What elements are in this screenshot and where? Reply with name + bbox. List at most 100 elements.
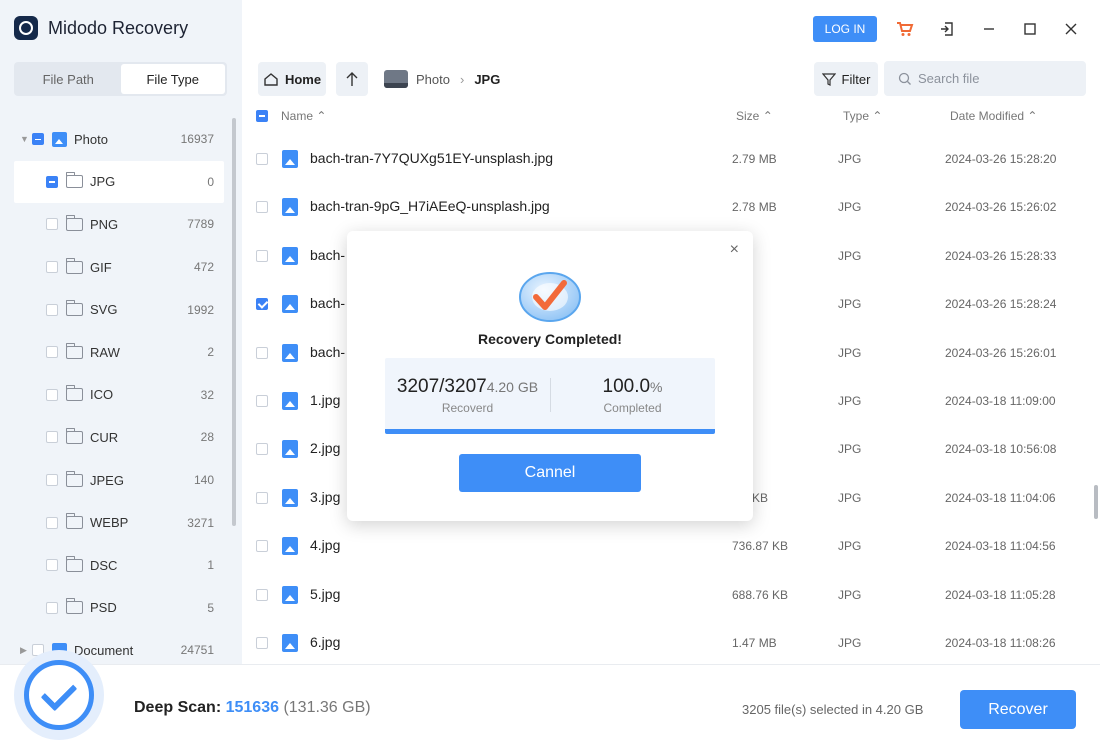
tree-checkbox[interactable]: [46, 601, 58, 614]
filter-icon: [821, 73, 836, 86]
tree-item-psd[interactable]: PSD 5: [14, 587, 224, 630]
row-checkbox[interactable]: [256, 153, 268, 165]
row-checkbox[interactable]: [256, 249, 268, 262]
tree-item-label: ICO: [90, 387, 114, 403]
caret-down-icon[interactable]: ▼: [20, 134, 32, 144]
tab-file-type[interactable]: File Type: [120, 64, 225, 94]
col-name[interactable]: Name ⌃: [281, 109, 326, 123]
image-file-icon: [282, 391, 298, 410]
file-date: 2024-03-18 11:05:28: [945, 587, 1056, 602]
image-file-icon: [282, 246, 298, 265]
tree-checkbox[interactable]: [46, 346, 58, 359]
tree-item-raw[interactable]: RAW 2: [14, 331, 224, 374]
up-button[interactable]: [336, 62, 368, 96]
folder-icon: [66, 598, 83, 615]
recover-button[interactable]: Recover: [960, 690, 1076, 729]
login-button[interactable]: LOG IN: [813, 16, 877, 42]
file-date: 2024-03-18 11:09:00: [945, 393, 1056, 408]
col-type[interactable]: Type ⌃: [843, 109, 882, 123]
tree-checkbox[interactable]: [32, 133, 44, 146]
row-checkbox[interactable]: [256, 201, 268, 214]
table-row[interactable]: 5.jpg 688.76 KB JPG 2024-03-18 11:05:28: [243, 571, 1093, 619]
table-row[interactable]: bach-tran-7Y7QUXg51EY-unsplash.jpg 2.79 M…: [243, 135, 1093, 183]
tree-checkbox[interactable]: [46, 559, 58, 572]
folder-icon: [66, 385, 83, 402]
minimize-icon[interactable]: [976, 16, 1002, 42]
tree-item-cur[interactable]: CUR 28: [14, 416, 224, 459]
tree-item-photo[interactable]: ▼ Photo 16937: [14, 118, 224, 161]
sidebar-scrollbar[interactable]: [232, 118, 236, 526]
tree-checkbox[interactable]: [46, 516, 58, 529]
folder-icon: [66, 555, 83, 572]
recovered-size: 4.20 GB: [486, 379, 539, 395]
file-size: 736.87 KB: [732, 539, 789, 554]
tree-checkbox[interactable]: [46, 303, 58, 316]
sort-icon: ⌃: [762, 109, 773, 123]
tree-item-jpeg[interactable]: JPEG 140: [14, 459, 224, 502]
row-checkbox[interactable]: [256, 636, 268, 649]
cart-icon[interactable]: [892, 16, 918, 42]
file-size: 2.79 MB: [732, 152, 777, 166]
tree-checkbox[interactable]: [46, 388, 58, 401]
chevron-right-icon: ›: [459, 71, 465, 87]
maximize-icon[interactable]: [1017, 16, 1043, 42]
caret-right-icon[interactable]: ▶: [20, 645, 32, 656]
file-name: bach-tran-9pG_H7iAEeQ-unsplash.jpg: [310, 198, 550, 215]
brand: Midodo Recovery: [14, 14, 188, 42]
close-icon[interactable]: [1058, 16, 1084, 42]
file-name: 1.jpg: [310, 391, 341, 408]
col-size[interactable]: Size ⌃: [736, 109, 773, 123]
tree-item-count: 140: [193, 473, 214, 488]
tree-checkbox[interactable]: [46, 218, 58, 231]
photo-icon: [52, 131, 67, 147]
search-input[interactable]: [918, 71, 1078, 86]
tree-item-png[interactable]: PNG 7789: [14, 203, 224, 246]
row-checkbox[interactable]: [256, 298, 268, 311]
file-name: 2.jpg: [310, 440, 341, 457]
dialog-close-icon[interactable]: ×: [730, 241, 739, 259]
file-size: 1.47 MB: [732, 635, 777, 650]
table-row[interactable]: 4.jpg 736.87 KB JPG 2024-03-18 11:04:56: [243, 522, 1093, 570]
row-checkbox[interactable]: [256, 346, 268, 359]
tree-checkbox[interactable]: [46, 431, 58, 444]
tree-checkbox[interactable]: [46, 474, 58, 487]
tree-item-jpg[interactable]: JPG 0: [14, 160, 224, 204]
table-scrollbar[interactable]: [1094, 485, 1098, 519]
breadcrumb-jpg[interactable]: JPG: [474, 72, 500, 87]
breadcrumb-photo[interactable]: Photo: [416, 72, 450, 87]
col-date[interactable]: Date Modified ⌃: [950, 109, 1037, 123]
table-row[interactable]: bach-tran-9pG_H7iAEeQ-unsplash.jpg 2.78 M…: [243, 183, 1093, 231]
tree-item-label: DSC: [90, 557, 118, 573]
select-all-checkbox[interactable]: [256, 110, 268, 122]
tree-checkbox[interactable]: [46, 261, 58, 274]
image-file-icon: [282, 295, 298, 314]
folder-icon: [66, 342, 83, 359]
row-checkbox[interactable]: [256, 588, 268, 601]
file-date: 2024-03-26 15:28:33: [945, 248, 1057, 263]
sidebar: Midodo Recovery File Path File Type ▼ Pho…: [0, 0, 242, 664]
file-type: JPG: [838, 200, 862, 215]
tree-item-label: CUR: [90, 429, 119, 445]
tab-file-path[interactable]: File Path: [16, 64, 121, 94]
dialog-title: Recovery Completed!: [478, 331, 622, 347]
row-checkbox[interactable]: [256, 394, 268, 407]
home-button[interactable]: Home: [258, 62, 326, 96]
row-checkbox[interactable]: [256, 443, 268, 456]
tree-item-ico[interactable]: ICO 32: [14, 374, 224, 417]
image-file-icon: [282, 150, 298, 168]
file-type: JPG: [838, 635, 862, 650]
table-row[interactable]: 6.jpg 1.47 MB JPG 2024-03-18 11:08:26: [243, 619, 1093, 667]
tree-item-count: 1: [207, 558, 214, 573]
tree-item-svg[interactable]: SVG 1992: [14, 288, 224, 331]
exit-icon[interactable]: [934, 16, 960, 42]
row-checkbox[interactable]: [256, 540, 268, 553]
tree-item-dsc[interactable]: DSC 1: [14, 544, 224, 587]
scan-summary: Deep Scan: 151636 (131.36 GB): [134, 699, 371, 717]
cancel-button[interactable]: Cannel: [459, 454, 641, 492]
tree-item-webp[interactable]: WEBP 3271: [14, 501, 224, 544]
filter-button[interactable]: Filter: [814, 62, 878, 96]
tree-item-gif[interactable]: GIF 472: [14, 246, 224, 289]
tree-checkbox[interactable]: [46, 175, 58, 188]
row-checkbox[interactable]: [256, 491, 268, 504]
file-type: JPG: [838, 539, 862, 554]
